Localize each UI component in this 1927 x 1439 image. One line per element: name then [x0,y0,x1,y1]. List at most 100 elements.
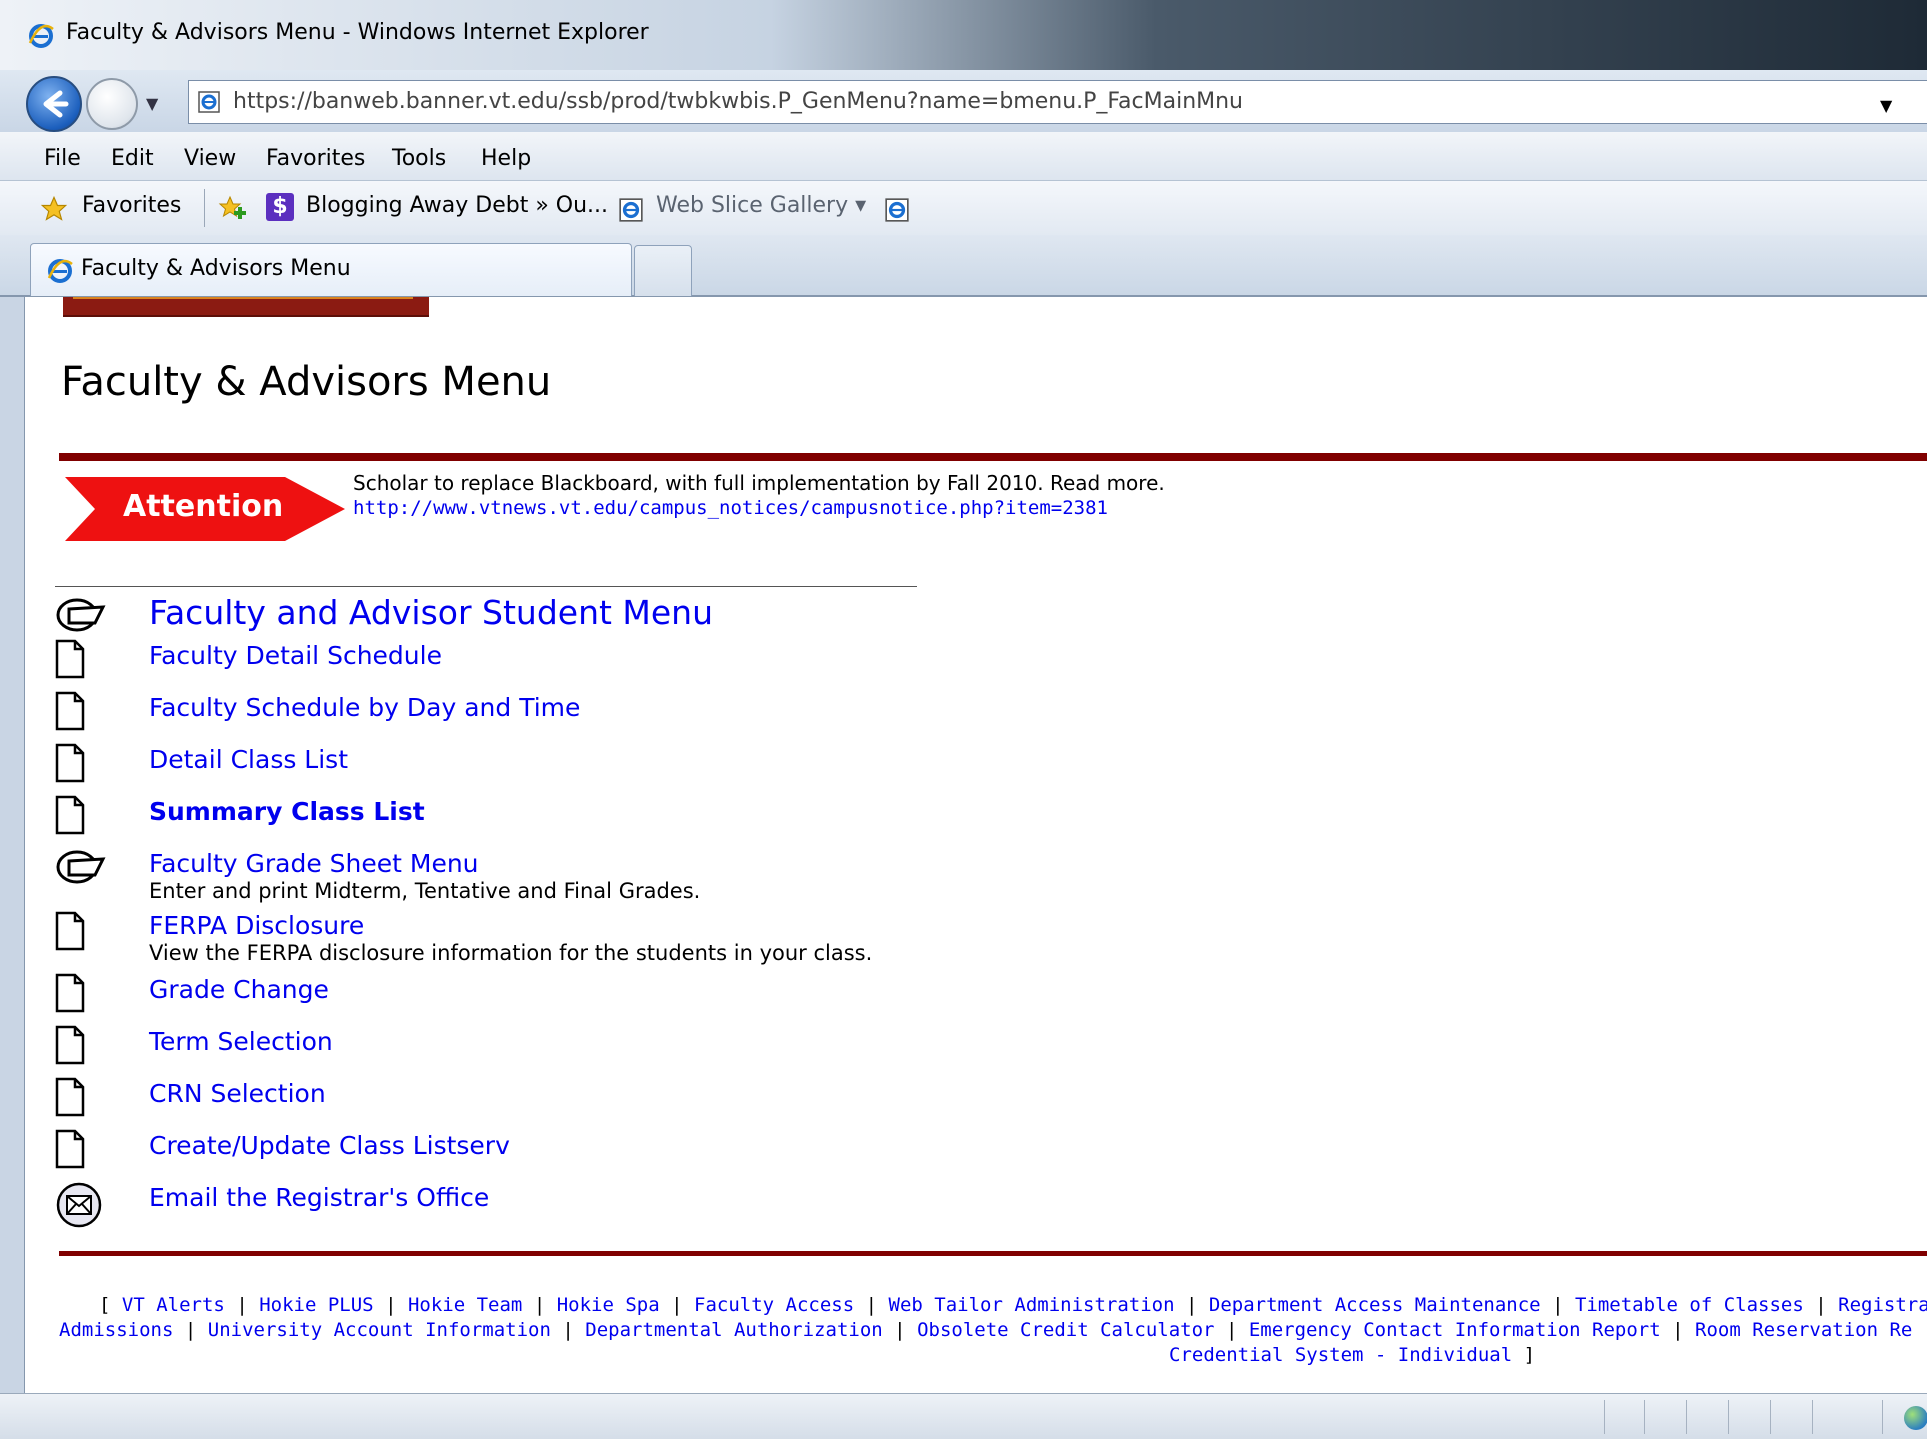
menu-view[interactable]: View [184,146,236,171]
footer-link-vt-alerts[interactable]: VT Alerts [122,1294,225,1316]
email-registrar-link[interactable]: Email the Registrar's Office [149,1183,489,1212]
favorites-bar: Favorites $ Blogging Away Debt » Ou... W… [0,181,1927,235]
status-divider [1604,1400,1605,1434]
footer-line-3: Credential System - Individual ] [1169,1343,1535,1368]
document-icon [55,639,85,679]
footer-link-timetable[interactable]: Timetable of Classes [1575,1294,1804,1316]
footer-link-admissions[interactable]: Admissions [59,1319,173,1341]
footer-separator: | [236,1294,248,1316]
ferpa-description: View the FERPA disclosure information fo… [149,941,873,965]
footer-separator: | [671,1294,683,1316]
notice-link[interactable]: http://www.vtnews.vt.edu/campus_notices/… [353,497,1108,519]
title-bar: Faculty & Advisors Menu - Windows Intern… [0,0,1927,70]
faculty-detail-schedule-link[interactable]: Faculty Detail Schedule [149,641,442,670]
page-icon [198,91,220,113]
document-icon [55,743,85,783]
summary-class-list-link[interactable]: Summary Class List [149,797,425,826]
footer-link-departmental-authorization[interactable]: Departmental Authorization [585,1319,882,1341]
status-divider [1728,1400,1729,1434]
menu-edit[interactable]: Edit [111,146,154,171]
status-divider [1770,1400,1771,1434]
back-button[interactable] [26,76,82,132]
page-content: Faculty & Advisors Menu Attention Schola… [24,297,1927,1393]
footer-link-registrar[interactable]: Registrar [1838,1294,1927,1316]
ie-logo-icon [47,259,73,283]
status-divider [1882,1400,1883,1434]
footer-link-obsolete-credit-calculator[interactable]: Obsolete Credit Calculator [917,1319,1214,1341]
footer-separator: | [385,1294,397,1316]
document-icon [55,911,85,951]
notice-text: Scholar to replace Blackboard, with full… [353,471,1165,495]
status-divider [1812,1400,1813,1434]
ie-page-icon [619,198,643,222]
menu-file[interactable]: File [44,146,81,171]
address-bar[interactable]: https://banweb.banner.vt.edu/ssb/prod/tw… [188,80,1927,124]
footer-link-faculty-access[interactable]: Faculty Access [694,1294,854,1316]
new-tab-button[interactable] [634,245,692,296]
footer-separator: | [562,1319,574,1341]
status-bar [0,1393,1927,1439]
create-update-listserv-link[interactable]: Create/Update Class Listserv [149,1131,510,1160]
menu-help[interactable]: Help [481,146,531,171]
ie-logo-icon [28,24,54,48]
footer-separator: | [1672,1319,1684,1341]
address-dropdown-icon[interactable]: ▼ [1880,96,1892,115]
footer-separator: | [894,1319,906,1341]
footer-link-emergency-contact-report[interactable]: Emergency Contact Information Report [1249,1319,1661,1341]
status-divider [1644,1400,1645,1434]
footer-link-credential-system[interactable]: Credential System - Individual [1169,1344,1512,1366]
footer-link-hokie-team[interactable]: Hokie Team [408,1294,522,1316]
footer-separator: | [184,1319,197,1341]
tab-label: Faculty & Advisors Menu [81,256,351,281]
attention-label: Attention [123,489,284,524]
crn-selection-link[interactable]: CRN Selection [149,1079,326,1108]
university-logo-banner [63,297,429,317]
add-favorites-icon[interactable] [216,195,248,223]
document-icon [55,973,85,1013]
forward-button[interactable] [86,78,138,130]
back-arrow-icon [43,90,69,118]
footer-link-room-reservation[interactable]: Room Reservation Re [1695,1319,1912,1341]
favorites-button[interactable]: Favorites [82,193,181,218]
detail-class-list-link[interactable]: Detail Class List [149,745,348,774]
document-icon [55,1077,85,1117]
faculty-schedule-day-time-link[interactable]: Faculty Schedule by Day and Time [149,693,580,722]
ferpa-disclosure-link[interactable]: FERPA Disclosure [149,911,364,940]
footer-line-1: [ VT Alerts | Hokie PLUS | Hokie Team | … [99,1293,1927,1318]
footer-separator: | [1815,1294,1827,1316]
menu-bar: File Edit View Favorites Tools Help [0,132,1927,181]
menu-tools[interactable]: Tools [392,146,446,171]
page-title: Faculty & Advisors Menu [61,359,552,405]
menu-divider [55,586,917,587]
document-icon [55,1025,85,1065]
footer-separator: | [1225,1319,1238,1341]
footer-link-dept-access-maintenance[interactable]: Department Access Maintenance [1209,1294,1541,1316]
footer-link-hokie-plus[interactable]: Hokie PLUS [259,1294,373,1316]
favorite-blogging-away-debt[interactable]: Blogging Away Debt » Ou... [306,193,608,218]
footer-bracket: [ [99,1294,111,1316]
faculty-advisor-student-menu-link[interactable]: Faculty and Advisor Student Menu [149,593,713,632]
favorite-web-slice-gallery[interactable]: Web Slice Gallery ▾ [656,193,866,218]
favorites-separator [204,189,205,227]
footer-link-hokie-spa[interactable]: Hokie Spa [557,1294,660,1316]
footer-separator: | [1552,1294,1564,1316]
folder-menu-icon [56,598,106,632]
internet-zone-icon[interactable] [1904,1406,1927,1430]
footer-separator: | [1185,1294,1198,1316]
menu-favorites[interactable]: Favorites [266,146,365,171]
term-selection-link[interactable]: Term Selection [149,1027,333,1056]
ie-page-icon[interactable] [884,197,910,223]
footer-line-2: Admissions | University Account Informat… [59,1318,1912,1343]
address-url[interactable]: https://banweb.banner.vt.edu/ssb/prod/tw… [233,89,1243,114]
grade-change-link[interactable]: Grade Change [149,975,329,1004]
folder-menu-icon [56,850,106,884]
faculty-grade-sheet-menu-link[interactable]: Faculty Grade Sheet Menu [149,849,479,878]
recent-pages-dropdown-icon[interactable]: ▼ [146,94,158,113]
tab-faculty-advisors-menu[interactable]: Faculty & Advisors Menu [30,243,632,296]
document-icon [55,691,85,731]
footer-link-web-tailor-admin[interactable]: Web Tailor Administration [889,1294,1175,1316]
tab-bar: Faculty & Advisors Menu [0,235,1927,297]
grade-sheet-description: Enter and print Midterm, Tentative and F… [149,879,701,903]
footer-bracket: ] [1523,1344,1536,1366]
footer-link-university-account[interactable]: University Account Information [208,1319,551,1341]
